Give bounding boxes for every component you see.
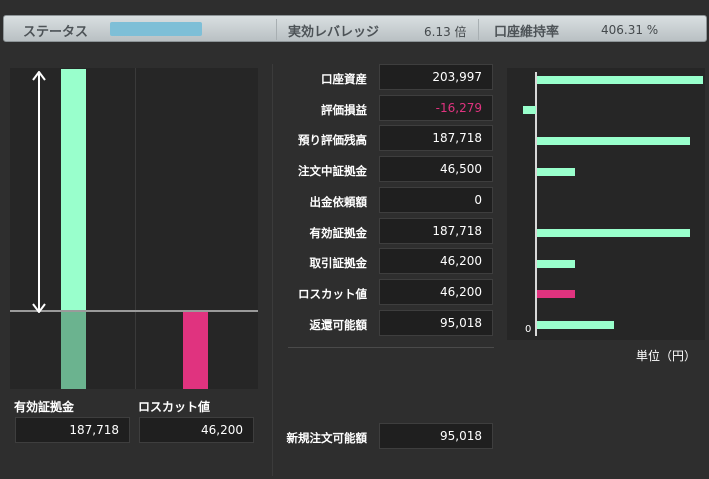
section-divider [288, 347, 494, 348]
margin-ratio-label: 口座維持率 [494, 25, 560, 40]
status-header: ステータス 実効レバレッジ 6.13 倍 口座維持率 406.31 % [3, 15, 707, 42]
margin-range-arrow [38, 74, 40, 310]
margin-comparison-chart [10, 68, 258, 389]
breakdown-bar [537, 76, 703, 84]
leverage-label: 実効レバレッジ [288, 25, 380, 40]
effective-margin-label: 有効証拠金 [14, 400, 75, 414]
row-label: 預り評価残高 [298, 133, 367, 147]
row-value-field: -16,279 [379, 95, 493, 121]
breakdown-bar [537, 229, 690, 237]
row-value-field: 95,018 [379, 310, 493, 336]
row-label: 返還可能額 [309, 318, 368, 332]
margin-ratio-value: 406.31 % [601, 23, 659, 37]
row-label: 取引証拠金 [309, 256, 368, 270]
arrow-down-icon [32, 303, 46, 313]
losscut-bar [183, 311, 208, 389]
losscut-field: 46,200 [139, 417, 254, 443]
leverage-value: 6.13 倍 [424, 25, 467, 39]
row-label: ロスカット値 [298, 287, 367, 301]
row-label: 注文中証拠金 [298, 164, 367, 178]
account-breakdown-chart: 0 [507, 68, 705, 340]
row-value-field: 187,718 [379, 218, 493, 244]
losscut-level-line [10, 310, 258, 312]
effective-margin-field: 187,718 [15, 417, 130, 443]
breakdown-bar [537, 290, 575, 298]
status-label: ステータス [23, 25, 89, 40]
panel-divider [272, 64, 273, 476]
zero-label: 0 [525, 324, 532, 335]
new-order-label: 新規注文可能額 [286, 431, 368, 445]
losscut-label: ロスカット値 [138, 400, 211, 414]
row-value-field: 46,500 [379, 156, 493, 182]
row-value-field: 203,997 [379, 64, 493, 90]
breakdown-bar [537, 168, 575, 176]
row-value-field: 46,200 [379, 279, 493, 305]
row-value-field: 0 [379, 187, 493, 213]
new-order-field: 95,018 [379, 423, 493, 449]
header-divider [276, 19, 277, 40]
breakdown-bar [537, 137, 690, 145]
row-label: 出金依頼額 [309, 195, 368, 209]
effective-margin-bar-lower [61, 311, 86, 389]
header-divider [478, 19, 479, 40]
effective-margin-bar [61, 69, 86, 311]
arrow-up-icon [32, 71, 46, 81]
chart-column-divider [135, 68, 136, 389]
row-label: 口座資産 [321, 72, 367, 86]
row-value-field: 187,718 [379, 125, 493, 151]
breakdown-bar [523, 106, 536, 114]
row-label: 有効証拠金 [309, 226, 368, 240]
unit-label: 単位（円） [636, 349, 697, 363]
breakdown-bar [537, 260, 575, 268]
row-value-field: 46,200 [379, 248, 493, 274]
status-indicator [110, 22, 202, 36]
breakdown-bar [537, 321, 614, 329]
row-label: 評価損益 [321, 103, 367, 117]
